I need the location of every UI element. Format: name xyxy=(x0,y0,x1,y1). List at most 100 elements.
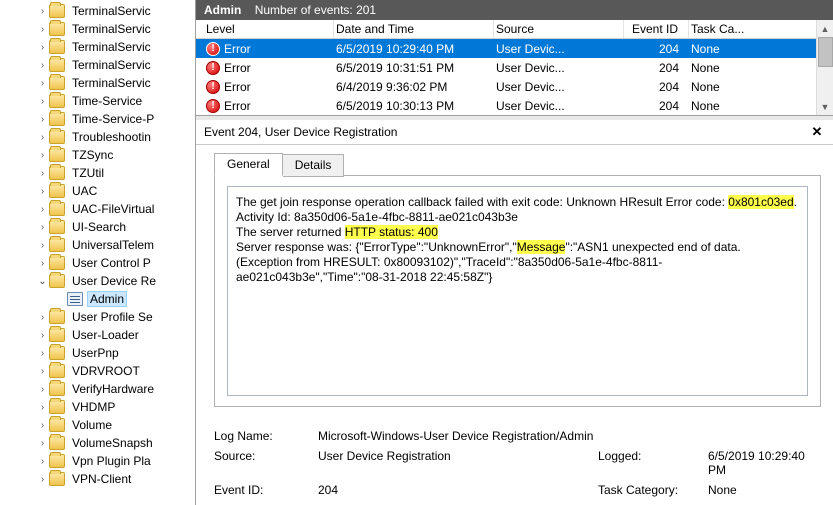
cell-eventid: 204 xyxy=(624,42,689,56)
chevron-right-icon[interactable]: › xyxy=(36,240,49,251)
chevron-right-icon[interactable]: › xyxy=(36,456,49,467)
chevron-right-icon[interactable]: › xyxy=(36,438,49,449)
chevron-right-icon[interactable]: › xyxy=(36,366,49,377)
chevron-right-icon[interactable]: › xyxy=(36,330,49,341)
tree-item-user-loader[interactable]: ›User-Loader xyxy=(0,326,195,344)
grid-scrollbar[interactable]: ▲ ▼ xyxy=(816,20,833,115)
event-details-pane: Event 204, User Device Registration ✕ Ge… xyxy=(196,116,833,505)
tree-item-volumesnapsh[interactable]: ›VolumeSnapsh xyxy=(0,434,195,452)
chevron-down-icon[interactable]: ⌄ xyxy=(36,276,49,287)
tree-item-uac[interactable]: › UAC xyxy=(0,182,195,200)
chevron-right-icon[interactable]: › xyxy=(36,420,49,431)
tree-item-time-service[interactable]: ›Time-Service xyxy=(0,92,195,110)
tree-item-vhdmp[interactable]: ›VHDMP xyxy=(0,398,195,416)
col-level[interactable]: Level xyxy=(204,20,334,38)
cell-eventid: 204 xyxy=(624,61,689,75)
chevron-right-icon[interactable]: › xyxy=(36,258,49,269)
msg-text: The server returned xyxy=(236,225,345,239)
tab-details[interactable]: Details xyxy=(283,154,345,177)
tree-item-label: TerminalServic xyxy=(69,75,154,91)
tree-item-universaltelem[interactable]: ›UniversalTelem xyxy=(0,236,195,254)
chevron-right-icon[interactable]: › xyxy=(36,78,49,89)
folder-icon xyxy=(49,40,65,54)
tree-item-vdrvroot[interactable]: ›VDRVROOT xyxy=(0,362,195,380)
event-row[interactable]: !Error6/5/2019 10:30:13 PMUser Devic...2… xyxy=(196,96,833,115)
close-icon[interactable]: ✕ xyxy=(809,124,825,140)
tree-item-label: UserPnp xyxy=(69,345,122,361)
chevron-right-icon[interactable]: › xyxy=(36,204,49,215)
chevron-right-icon[interactable]: › xyxy=(36,474,49,485)
scroll-up-icon[interactable]: ▲ xyxy=(817,20,833,37)
prop-taskcat-label: Task Category: xyxy=(598,483,708,497)
tree-item-verifyhardware[interactable]: ›VerifyHardware xyxy=(0,380,195,398)
tree-item-user-profile-se[interactable]: › User Profile Se xyxy=(0,308,195,326)
col-taskcat[interactable]: Task Ca... xyxy=(689,20,833,38)
tree-item-ui-search[interactable]: › UI-Search xyxy=(0,218,195,236)
chevron-right-icon[interactable]: › xyxy=(36,168,49,179)
event-properties: Log Name: Microsoft-Windows-User Device … xyxy=(214,429,821,503)
chevron-right-icon[interactable]: › xyxy=(36,6,49,17)
details-header: Event 204, User Device Registration ✕ xyxy=(196,120,833,145)
folder-icon xyxy=(49,184,65,198)
tree-item-volume[interactable]: ›Volume xyxy=(0,416,195,434)
tree-item-admin[interactable]: Admin xyxy=(0,290,195,308)
chevron-right-icon[interactable]: › xyxy=(36,186,49,197)
tree-item-vpn-client[interactable]: › VPN-Client xyxy=(0,470,195,488)
tree-item-vpn-plugin-pla[interactable]: ›Vpn Plugin Pla xyxy=(0,452,195,470)
grid-header[interactable]: Level Date and Time Source Event ID Task… xyxy=(196,20,833,39)
chevron-right-icon[interactable]: › xyxy=(36,384,49,395)
folder-icon xyxy=(49,94,65,108)
chevron-right-icon[interactable]: › xyxy=(36,24,49,35)
tree-item-label: UI-Search xyxy=(69,219,129,235)
col-eventid[interactable]: Event ID xyxy=(624,20,689,38)
folder-icon xyxy=(49,76,65,90)
chevron-right-icon[interactable]: › xyxy=(36,222,49,233)
chevron-right-icon[interactable]: › xyxy=(36,60,49,71)
tree-item-tzsync[interactable]: ›TZSync xyxy=(0,146,195,164)
chevron-right-icon[interactable]: › xyxy=(36,150,49,161)
event-row[interactable]: !Error6/5/2019 10:29:40 PMUser Devic...2… xyxy=(196,39,833,58)
event-row[interactable]: !Error6/5/2019 10:31:51 PMUser Devic...2… xyxy=(196,58,833,77)
chevron-right-icon[interactable]: › xyxy=(36,402,49,413)
folder-icon xyxy=(49,166,65,180)
col-source[interactable]: Source xyxy=(494,20,624,38)
folder-icon xyxy=(49,238,65,252)
tree-item-terminalservic[interactable]: › TerminalServic xyxy=(0,74,195,92)
prop-eventid-value: 204 xyxy=(318,483,598,497)
chevron-right-icon[interactable]: › xyxy=(36,114,49,125)
event-message[interactable]: The get join response operation callback… xyxy=(227,186,808,396)
chevron-right-icon[interactable]: › xyxy=(36,312,49,323)
tree-item-uac-filevirtual[interactable]: ›UAC-FileVirtual xyxy=(0,200,195,218)
tree-item-label: UAC xyxy=(69,183,100,199)
level-text: Error xyxy=(224,42,251,56)
tree-item-terminalservic[interactable]: › TerminalServic xyxy=(0,20,195,38)
tree-item-label: Admin xyxy=(87,291,127,307)
tree-item-time-service-p[interactable]: ›Time-Service-P xyxy=(0,110,195,128)
tree-item-userpnp[interactable]: › UserPnp xyxy=(0,344,195,362)
msg-text: Server response was: {"ErrorType":"Unkno… xyxy=(236,240,517,254)
col-date[interactable]: Date and Time xyxy=(334,20,494,38)
scroll-down-icon[interactable]: ▼ xyxy=(817,98,833,115)
folder-icon xyxy=(49,22,65,36)
tree-item-terminalservic[interactable]: ›TerminalServic xyxy=(0,56,195,74)
tree-item-user-device-re[interactable]: ⌄User Device Re xyxy=(0,272,195,290)
tree-item-label: VPN-Client xyxy=(69,471,134,487)
chevron-right-icon[interactable]: › xyxy=(36,96,49,107)
tree-item-label: TerminalServic xyxy=(69,21,154,37)
tab-general[interactable]: General xyxy=(214,153,283,176)
tree-item-user-control-p[interactable]: ›User Control P xyxy=(0,254,195,272)
chevron-right-icon[interactable]: › xyxy=(36,132,49,143)
chevron-right-icon[interactable]: › xyxy=(36,42,49,53)
event-grid[interactable]: Level Date and Time Source Event ID Task… xyxy=(196,20,833,116)
chevron-right-icon[interactable]: › xyxy=(36,348,49,359)
cell-level: !Error xyxy=(204,80,334,94)
tree-item-troubleshootin[interactable]: ›Troubleshootin xyxy=(0,128,195,146)
tree-item-tzutil[interactable]: ›TZUtil xyxy=(0,164,195,182)
tree-item-label: User Profile Se xyxy=(69,309,156,325)
error-icon: ! xyxy=(206,99,220,113)
navigation-tree[interactable]: ›TerminalServic›TerminalServic›TerminalS… xyxy=(0,0,196,505)
tree-item-terminalservic[interactable]: ›TerminalServic xyxy=(0,38,195,56)
scroll-thumb[interactable] xyxy=(818,37,833,67)
event-row[interactable]: !Error6/4/2019 9:36:02 PMUser Devic...20… xyxy=(196,77,833,96)
tree-item-terminalservic[interactable]: ›TerminalServic xyxy=(0,2,195,20)
